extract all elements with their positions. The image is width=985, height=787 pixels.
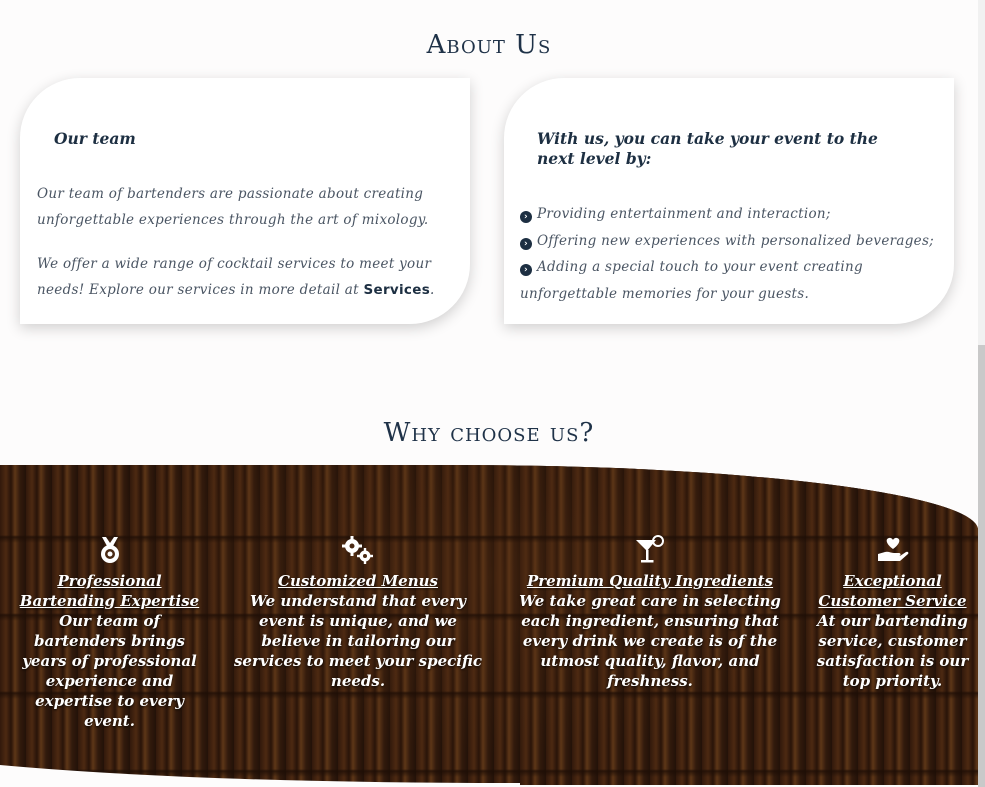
list-item: › Adding a special touch to your event cr… [520, 254, 940, 307]
services-paragraph-end: . [430, 282, 435, 298]
list-item-text: Offering new experiences with personaliz… [537, 232, 935, 249]
why-choose-us-title: Why choose us? [383, 418, 595, 448]
feature-title: Professional Bartending Expertise [19, 572, 200, 610]
team-card-heading: Our team [54, 129, 136, 148]
feature-premium-ingredients: Premium Quality Ingredients We take grea… [500, 535, 800, 691]
cocktail-icon [500, 535, 800, 565]
list-item-text: Adding a special touch to your event cre… [520, 259, 863, 302]
feature-text: We take great care in selecting each ing… [519, 592, 781, 690]
feature-text: Our team of bartenders brings years of p… [22, 612, 197, 730]
team-card-services-paragraph: We offer a wide range of cocktail servic… [37, 251, 447, 303]
scrollbar-thumb[interactable] [978, 345, 985, 787]
list-item: › Providing entertainment and interaction… [520, 201, 940, 228]
feature-title: Customized Menus [278, 572, 438, 590]
list-item-text: Providing entertainment and interaction; [537, 206, 831, 222]
team-card: Our team Our team of bartenders are pass… [20, 78, 470, 324]
team-card-paragraph: Our team of bartenders are passionate ab… [37, 186, 429, 228]
hand-heart-icon [815, 535, 970, 565]
gears-icon [230, 535, 486, 565]
feature-title: Premium Quality Ingredients [526, 572, 774, 590]
medal-icon [12, 535, 207, 565]
feature-professional-expertise: Professional Bartending Expertise Our te… [12, 535, 207, 731]
features-banner: Professional Bartending Expertise Our te… [0, 465, 978, 785]
event-card-heading: With us, you can take your event to the … [537, 129, 878, 168]
services-link[interactable]: Services [363, 282, 430, 298]
chevron-right-icon: › [520, 211, 532, 223]
chevron-right-icon: › [520, 237, 532, 250]
list-item: › Offering new experiences with personali… [520, 228, 940, 255]
event-card: With us, you can take your event to the … [504, 78, 954, 324]
chevron-right-icon: › [520, 264, 532, 276]
about-us-title: About Us [426, 30, 552, 60]
feature-customized-menus: Customized Menus We understand that ever… [230, 535, 486, 691]
page-scrollbar[interactable] [978, 0, 985, 787]
feature-text: We understand that every event is unique… [233, 592, 482, 690]
feature-title: Exceptional Customer Service [818, 572, 967, 610]
feature-text: At our bartending service, customer sati… [816, 612, 969, 690]
feature-customer-service: Exceptional Customer Service At our bart… [815, 535, 970, 691]
event-benefits-list: › Providing entertainment and interaction… [520, 201, 940, 307]
